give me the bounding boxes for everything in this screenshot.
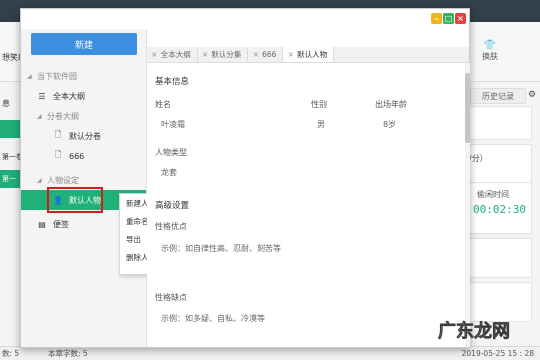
status-word-count: 本章字数: 5 (48, 349, 88, 358)
tree-section-chapters[interactable]: ◢ 分卷大纲 (21, 107, 146, 125)
content-scrollbar[interactable] (465, 63, 470, 347)
document-tabbar: × 全本大纲 × 默认分集 × 666 × 默认人物 (147, 47, 469, 63)
close-button[interactable]: × (455, 13, 466, 24)
background-green-marker (0, 120, 22, 138)
document-icon: 🗋 (54, 130, 62, 139)
type-label: 人物类型 (155, 148, 187, 157)
timer-label: 偷闲时间 (477, 190, 509, 199)
skin-button[interactable]: 👕 换肤 (466, 40, 514, 61)
gear-icon[interactable]: ⚙ (528, 90, 536, 100)
notepad-icon: ▤ (38, 219, 46, 229)
basic-info-title: 基本信息 (155, 77, 190, 87)
close-icon[interactable]: × (287, 50, 294, 59)
tab-full-outline[interactable]: × 全本大纲 (147, 47, 198, 62)
name-field[interactable]: 叶凌霜 (161, 119, 185, 130)
watermark-graphic: 广东龙网 (438, 320, 511, 343)
weaknesses-field[interactable]: 示例：如多疑、自私、冷漠等 (161, 313, 265, 324)
advanced-settings-title: 高级设置 (155, 201, 190, 211)
close-icon[interactable]: × (202, 50, 209, 59)
character-content: 基本信息 姓名 性别 出场年龄 叶凌霜 男 8岁 人物类型 龙套 高级设置 性格… (147, 63, 465, 347)
close-icon[interactable]: × (252, 50, 259, 59)
age-field[interactable]: 8岁 (383, 119, 396, 130)
background-side-text: 息 (2, 99, 10, 108)
tab-default-character[interactable]: × 默认人物 (283, 47, 335, 62)
document-icon: 🗋 (54, 150, 62, 159)
status-datetime: 2019-05-25 15 : 28 (461, 349, 534, 358)
history-tab[interactable]: 历史记录 (470, 88, 526, 104)
caret-down-icon: ◢ (37, 176, 42, 184)
status-bar: 数: 5 本章字数: 5 2019-05-25 15 : 28 (0, 346, 540, 360)
background-card-timer: 偷闲时间 00:02:30 (466, 182, 532, 234)
new-button[interactable]: 新建 (31, 33, 137, 55)
svg-text:广东龙网: 广东龙网 (438, 320, 510, 342)
weaknesses-label: 性格缺点 (155, 293, 187, 302)
tree-item-666[interactable]: 🗋 666 (21, 147, 146, 165)
gender-field[interactable]: 男 (317, 119, 325, 130)
status-left: 数: 5 (2, 349, 20, 358)
list-icon: ☰ (38, 91, 46, 101)
background-chapter-tab[interactable]: 第一 (0, 170, 22, 188)
dialog-titlebar[interactable]: – □ × (21, 9, 469, 29)
tab-default-volume[interactable]: × 默认分集 (198, 47, 249, 62)
scrollbar-thumb[interactable] (465, 73, 470, 143)
caret-down-icon: ◢ (37, 112, 42, 120)
shirt-icon: 👕 (483, 40, 497, 51)
age-label: 出场年龄 (375, 100, 407, 109)
strengths-field[interactable]: 示例：如自律性高、忍耐、刻苦等 (161, 243, 281, 254)
type-field[interactable]: 龙套 (161, 167, 177, 178)
strengths-label: 性格优点 (155, 222, 187, 231)
background-card-3 (466, 238, 532, 278)
character-dialog: – □ × 新建 ◢ 当下软件园 ☰ 全本大纲 ◢ 分卷大纲 🗋 默认分卷 🗋 … (20, 8, 470, 348)
minimize-button[interactable]: – (431, 13, 442, 24)
close-icon[interactable]: × (151, 50, 158, 59)
caret-down-icon: ◢ (27, 72, 32, 80)
tab-666[interactable]: × 666 (248, 47, 284, 62)
timer-value: 00:02:30 (473, 203, 526, 216)
red-highlight-box (47, 187, 103, 213)
tree-item-full-outline[interactable]: ☰ 全本大纲 (21, 87, 146, 105)
gender-label: 性别 (311, 100, 327, 109)
tree-section-outline[interactable]: ◢ 当下软件园 (21, 67, 146, 85)
background-card-1 (466, 106, 532, 140)
maximize-button[interactable]: □ (443, 13, 454, 24)
tree-item-default-volume[interactable]: 🗋 默认分卷 (21, 127, 146, 145)
name-label: 姓名 (155, 100, 171, 109)
watermark-logo: 广东龙网 (436, 314, 534, 346)
